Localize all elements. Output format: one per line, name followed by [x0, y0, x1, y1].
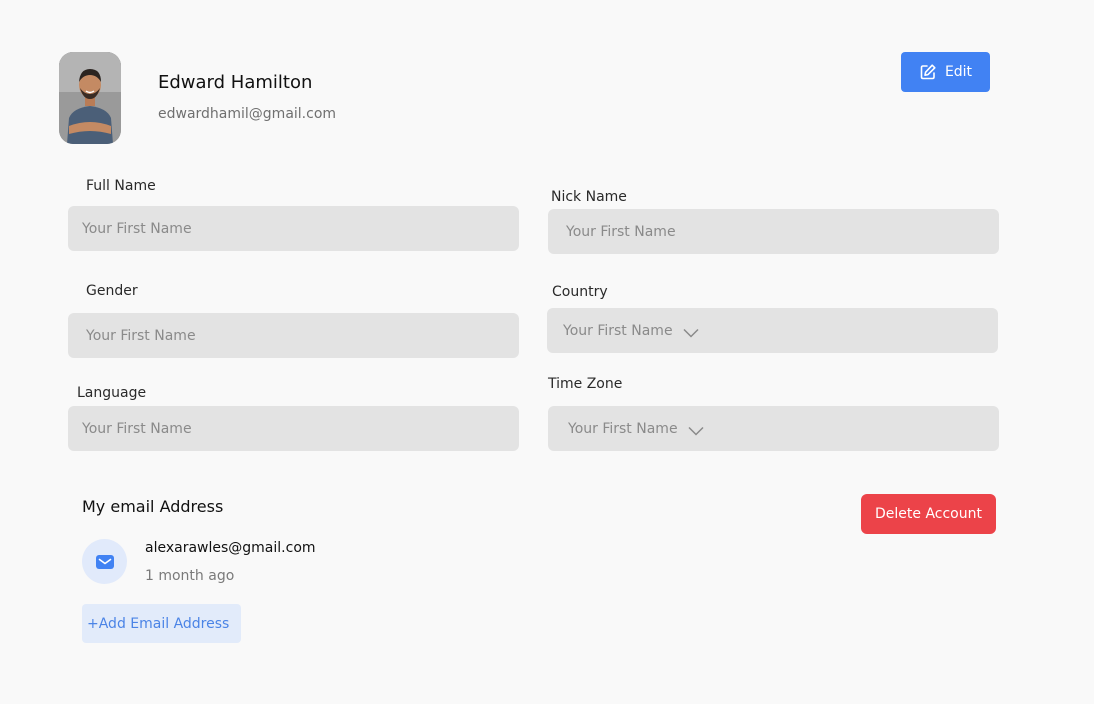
- avatar: [59, 52, 121, 144]
- chevron-down-icon: [683, 326, 699, 338]
- email-entry-time: 1 month ago: [145, 568, 235, 584]
- time-zone-label: Time Zone: [548, 376, 623, 392]
- full-name-placeholder: Your First Name: [82, 220, 192, 237]
- gender-placeholder: Your First Name: [86, 327, 196, 344]
- edit-button-label: Edit: [944, 64, 973, 80]
- nick-name-input[interactable]: Your First Name: [548, 209, 999, 254]
- full-name-label: Full Name: [86, 178, 156, 194]
- email-section-title: My email Address: [82, 497, 224, 516]
- gender-label: Gender: [86, 283, 138, 299]
- chevron-down-icon: [688, 424, 704, 436]
- full-name-input[interactable]: Your First Name: [68, 206, 519, 251]
- edit-pencil-icon: [919, 63, 937, 81]
- edit-button[interactable]: Edit: [901, 52, 990, 92]
- nick-name-placeholder: Your First Name: [566, 223, 676, 240]
- time-zone-placeholder: Your First Name: [568, 420, 678, 437]
- delete-account-button[interactable]: Delete Account: [861, 494, 996, 534]
- profile-name: Edward Hamilton: [158, 72, 313, 93]
- email-entry-address: alexarawles@gmail.com: [145, 540, 316, 556]
- language-input[interactable]: Your First Name: [68, 406, 519, 451]
- profile-email: edwardhamil@gmail.com: [158, 106, 337, 122]
- time-zone-select[interactable]: Your First Name: [548, 406, 999, 451]
- language-label: Language: [77, 385, 147, 401]
- country-label: Country: [552, 284, 608, 300]
- add-email-button[interactable]: +Add Email Address: [82, 604, 241, 643]
- country-select[interactable]: Your First Name: [547, 308, 998, 353]
- nick-name-label: Nick Name: [551, 189, 627, 205]
- mail-icon: [82, 539, 127, 584]
- gender-input[interactable]: Your First Name: [68, 313, 519, 358]
- country-placeholder: Your First Name: [563, 322, 673, 339]
- user-photo-icon: [59, 52, 121, 144]
- language-placeholder: Your First Name: [82, 420, 192, 437]
